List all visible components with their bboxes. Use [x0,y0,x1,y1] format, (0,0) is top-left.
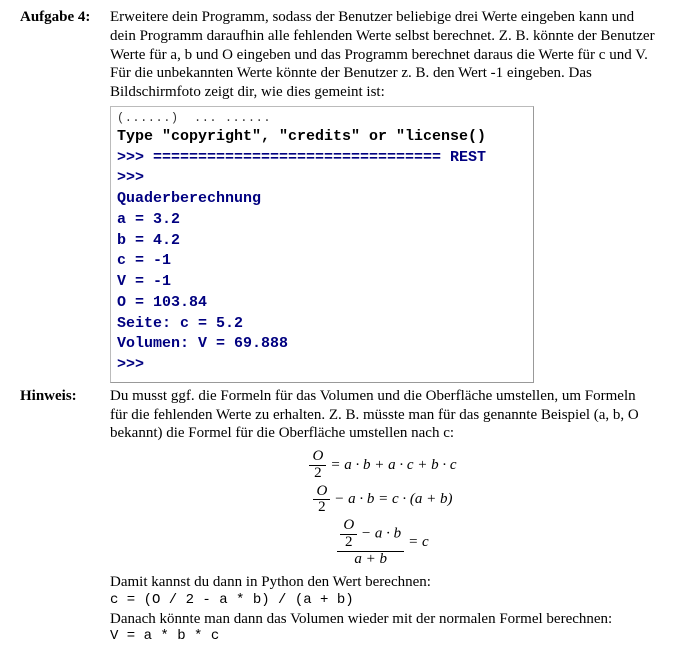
terminal-line: >>> ================================ RES… [117,148,527,169]
equation-row: O 2 = a · b + a · c + b · c [110,449,656,482]
terminal-line: >>> [117,355,527,376]
fraction-den: a + b [337,552,404,568]
fraction-den: 2 [340,535,357,551]
equations: O 2 = a · b + a · c + b · c O 2 − a · b … [110,449,656,567]
fraction-den: 2 [313,500,330,516]
equation-rhs: = c [408,533,429,552]
terminal-line: V = -1 [117,272,527,293]
terminal-line: b = 4.2 [117,231,527,252]
hint-content: Du musst ggf. die Formeln für das Volume… [110,387,656,646]
terminal-line: O = 103.84 [117,293,527,314]
terminal-line: >>> [117,168,527,189]
fraction-num: O [340,518,357,534]
terminal-line: Seite: c = 5.2 [117,314,527,335]
terminal-line: Quaderberechnung [117,189,527,210]
fraction-den: 2 [309,466,326,482]
hint-block: Hinweis: Du musst ggf. die Formeln für d… [20,387,656,646]
hint-text-2: Damit kannst du dann in Python den Wert … [110,573,656,592]
task-block: Aufgabe 4: Erweitere dein Programm, soda… [20,8,656,383]
code-line: V = a * b * c [110,628,656,646]
fraction-num: O 2 − a · b [337,518,404,551]
equation-rhs: = a · b + a · c + b · c [330,456,456,475]
fraction-num: O [309,449,326,465]
task-text: Erweitere dein Programm, sodass der Benu… [110,9,655,100]
terminal-clipped-top: (......) ... ...... [117,111,527,127]
equation-mid: − a · b = c · (a + b) [334,490,452,509]
fraction: O 2 [309,449,326,482]
hint-text-3: Danach könnte man dann das Volumen wiede… [110,610,656,629]
terminal-line: Volumen: V = 69.888 [117,334,527,355]
code-line: c = (O / 2 - a * b) / (a + b) [110,592,656,610]
fraction: O 2 − a · b a + b [337,518,404,567]
fraction: O 2 [313,484,330,517]
inner-fraction: O 2 [340,518,357,551]
terminal-line: Type "copyright", "credits" or "license(… [117,127,527,148]
task-label: Aufgabe 4: [20,8,110,383]
num-tail: − a · b [361,526,401,542]
task-content: Erweitere dein Programm, sodass der Benu… [110,8,656,383]
equation-row: O 2 − a · b = c · (a + b) [110,484,656,517]
terminal-line: c = -1 [117,251,527,272]
hint-label: Hinweis: [20,387,110,646]
terminal-screenshot: (......) ... ...... Type "copyright", "c… [110,106,534,383]
hint-text-1: Du musst ggf. die Formeln für das Volume… [110,388,639,442]
terminal-line: a = 3.2 [117,210,527,231]
equation-row: O 2 − a · b a + b = c [110,518,656,567]
fraction-num: O [313,484,330,500]
